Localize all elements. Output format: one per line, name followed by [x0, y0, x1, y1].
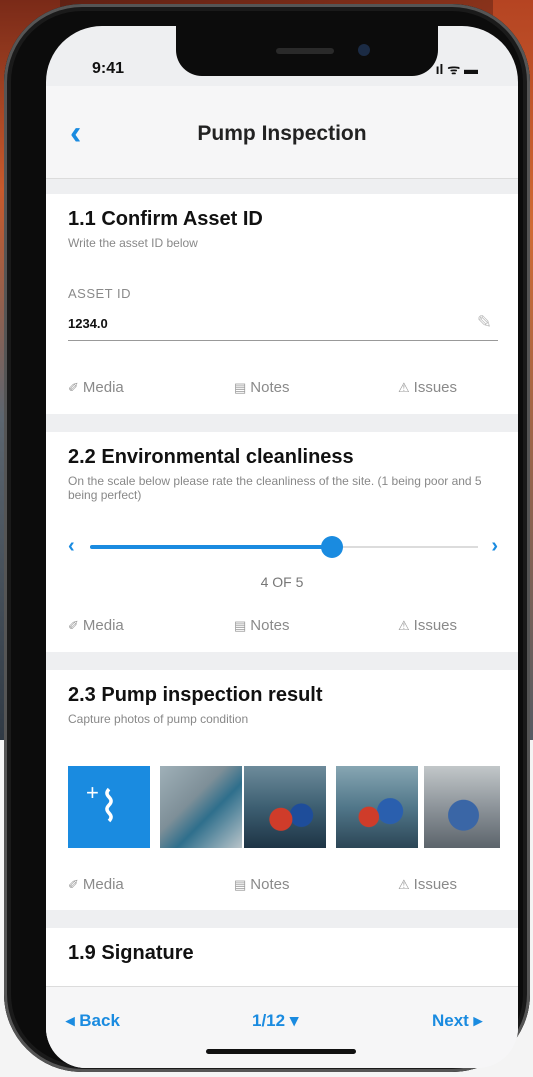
- notes-label: Notes: [250, 617, 290, 634]
- notes-icon: ▤: [234, 877, 247, 892]
- slider-fill: [90, 545, 332, 549]
- paperclip-icon: ✐: [68, 618, 79, 633]
- media-label: Media: [82, 617, 124, 634]
- add-photo-button[interactable]: + ⌇: [68, 766, 150, 848]
- notes-label: Notes: [250, 876, 290, 893]
- photo-thumbnail[interactable]: [244, 766, 326, 848]
- notes-icon: ▤: [234, 618, 247, 633]
- section-cleanliness: 2.2 Environmental cleanliness On the sca…: [46, 432, 518, 652]
- page-title: Pump Inspection: [197, 122, 367, 145]
- phone-frame: 9:41 ıl ᯤ ▬ ‹ Pump Inspection 1.1 Confir…: [4, 4, 530, 1072]
- page-indicator: 1/12: [252, 1011, 286, 1030]
- caret-down-icon: ▾: [289, 1011, 299, 1030]
- page-selector[interactable]: 1/12 ▾: [252, 1011, 298, 1031]
- notes-button[interactable]: ▤ Notes: [234, 876, 289, 893]
- issues-label: Issues: [413, 876, 458, 893]
- back-button[interactable]: ◂ Back: [66, 1011, 120, 1031]
- section-actions: ✐ Media ▤ Notes ⚠ Issues: [46, 617, 518, 641]
- section-pump-result: 2.3 Pump inspection result Capture photo…: [46, 670, 518, 910]
- section-title: 2.2 Environmental cleanliness: [68, 446, 354, 468]
- photo-thumbnail[interactable]: [160, 766, 242, 848]
- notes-button[interactable]: ▤ Notes: [234, 379, 289, 396]
- section-actions: ✐ Media ▤ Notes ⚠ Issues: [46, 876, 518, 900]
- issues-button[interactable]: ⚠ Issues: [398, 617, 457, 634]
- notes-icon: ▤: [234, 380, 247, 395]
- pencil-icon: ✎: [476, 312, 492, 332]
- photo-strip: + ⌇: [68, 766, 518, 848]
- status-time: 9:41: [92, 60, 125, 77]
- media-button[interactable]: ✐ Media: [68, 379, 124, 396]
- slider-level-text: 4 OF 5: [260, 574, 304, 590]
- media-label: Media: [82, 379, 124, 396]
- media-button[interactable]: ✐ Media: [68, 617, 124, 634]
- media-label: Media: [82, 876, 124, 893]
- paperclip-icon: ✐: [68, 380, 79, 395]
- section-asset-id: 1.1 Confirm Asset ID Write the asset ID …: [46, 194, 518, 414]
- cleanliness-slider[interactable]: ‹ ›: [68, 535, 498, 559]
- section-title: 1.1 Confirm Asset ID: [68, 208, 263, 230]
- section-subtitle: On the scale below please rate the clean…: [68, 474, 482, 502]
- notes-button[interactable]: ▤ Notes: [234, 617, 289, 634]
- section-subtitle: Write the asset ID below: [68, 236, 198, 250]
- slider-right-chevron-icon[interactable]: ›: [491, 535, 498, 557]
- slider-left-chevron-icon[interactable]: ‹: [68, 535, 75, 557]
- section-title: 2.3 Pump inspection result: [68, 684, 323, 706]
- issues-label: Issues: [413, 379, 458, 396]
- photo-thumbnail[interactable]: [424, 766, 500, 848]
- status-icons: ıl ᯤ ▬: [435, 61, 478, 77]
- issues-button[interactable]: ⚠ Issues: [398, 379, 457, 396]
- bottom-nav-bar: ◂ Back 1/12 ▾ Next ▸: [46, 986, 518, 1068]
- warning-icon: ⚠: [398, 380, 410, 395]
- notch: [176, 26, 438, 76]
- phone-screen: 9:41 ıl ᯤ ▬ ‹ Pump Inspection 1.1 Confir…: [46, 26, 518, 1068]
- section-actions: ✐ Media ▤ Notes ⚠ Issues: [46, 379, 518, 403]
- plus-icon: +: [86, 780, 99, 805]
- section-signature: 1.9 Signature: [46, 928, 518, 988]
- asset-id-field[interactable]: 1234.0 ✎: [68, 312, 498, 341]
- home-indicator: [206, 1049, 356, 1054]
- warning-icon: ⚠: [398, 618, 410, 633]
- section-title: 1.9 Signature: [68, 942, 194, 964]
- section-subtitle: Capture photos of pump condition: [68, 712, 249, 726]
- camera: [358, 44, 370, 56]
- speaker: [276, 48, 334, 54]
- issues-button[interactable]: ⚠ Issues: [398, 876, 457, 893]
- warning-icon: ⚠: [398, 877, 410, 892]
- photo-thumbnail[interactable]: [336, 766, 418, 848]
- issues-label: Issues: [413, 617, 458, 634]
- header: ‹ Pump Inspection: [46, 86, 518, 179]
- next-button[interactable]: Next ▸: [432, 1011, 482, 1031]
- notes-label: Notes: [250, 379, 290, 396]
- slider-thumb[interactable]: [320, 536, 343, 558]
- paperclip-icon: ✐: [68, 877, 79, 892]
- asset-id-label: ASSET ID: [68, 286, 132, 301]
- media-button[interactable]: ✐ Media: [68, 876, 124, 893]
- asset-id-value: 1234.0: [68, 316, 108, 331]
- paperclip-icon: ⌇: [98, 783, 120, 830]
